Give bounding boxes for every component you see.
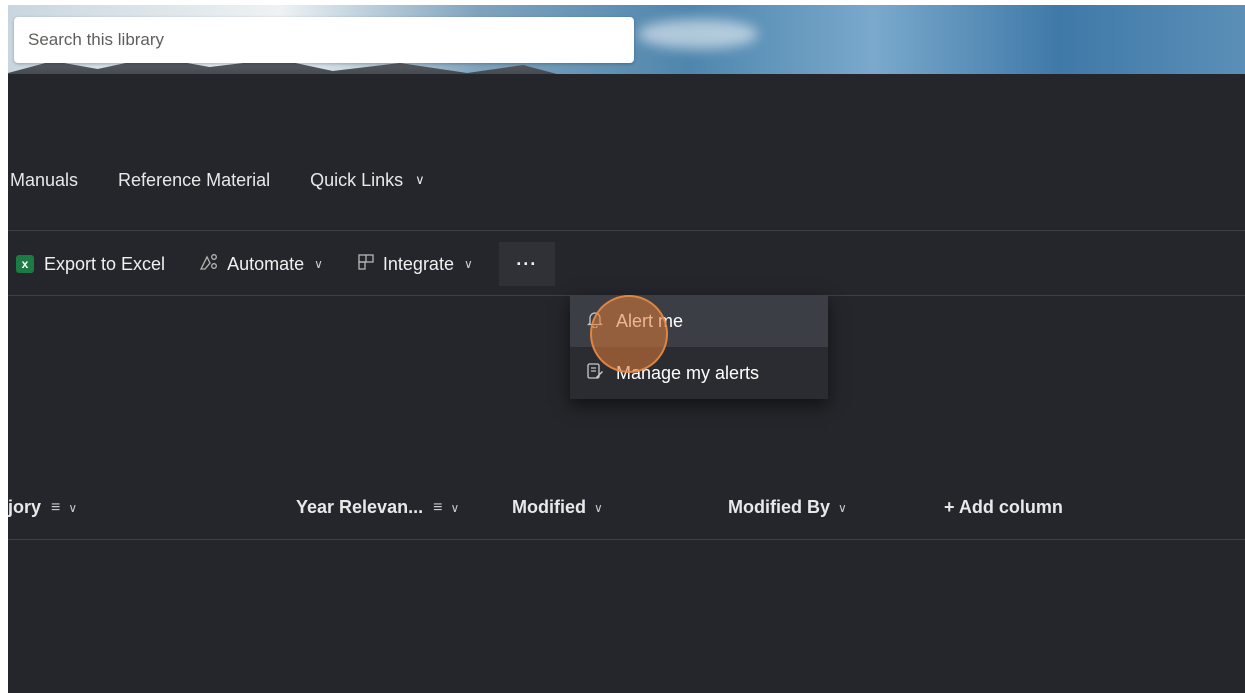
column-header-label: Modified By xyxy=(728,497,830,517)
integrate-icon-svg xyxy=(358,253,374,270)
automate-icon xyxy=(199,253,219,276)
integrate-label: Integrate xyxy=(382,253,454,274)
site-banner xyxy=(8,5,1245,74)
menu-item-alert-me[interactable]: Alert me xyxy=(570,295,828,347)
bell-icon xyxy=(584,310,606,333)
automate-button[interactable]: Automate ∨ xyxy=(199,253,323,276)
chevron-down-icon: ∨ xyxy=(314,257,323,271)
more-icon: ··· xyxy=(516,253,538,274)
column-header-category[interactable]: jory ≡ ∨ xyxy=(8,497,77,518)
manage-alerts-icon xyxy=(584,362,606,385)
search-box[interactable] xyxy=(14,17,634,63)
chevron-down-icon: ∨ xyxy=(838,500,847,515)
menu-item-label: Alert me xyxy=(616,310,684,331)
nav-item-label: Quick Links xyxy=(310,169,404,190)
banner-cloud xyxy=(638,19,758,49)
filter-icon: ≡ xyxy=(433,498,443,516)
integrate-button[interactable]: Integrate ∨ xyxy=(357,253,473,276)
bell-icon-svg xyxy=(586,311,604,329)
column-header-label: Modified xyxy=(512,497,586,517)
automate-icon-svg xyxy=(200,253,218,270)
export-to-excel-label: Export to Excel xyxy=(44,253,166,274)
add-column-button[interactable]: + Add column xyxy=(944,497,1063,518)
chevron-down-icon: ∨ xyxy=(594,500,603,515)
chevron-down-icon: ∨ xyxy=(450,500,460,515)
add-column-label: + Add column xyxy=(944,497,1063,517)
column-header-label: Year Relevan... xyxy=(296,497,424,517)
column-header-modified-by[interactable]: Modified By ∨ xyxy=(728,497,847,518)
nav-divider xyxy=(8,230,1245,231)
search-input[interactable] xyxy=(26,29,622,51)
column-header-label: jory xyxy=(8,497,42,517)
nav-item-label: Reference Material xyxy=(118,169,271,190)
column-header-divider xyxy=(8,539,1245,540)
filter-icon: ≡ xyxy=(51,498,61,516)
more-options-menu: Alert me Manage my alerts xyxy=(570,295,828,399)
chevron-down-icon: ∨ xyxy=(463,257,473,271)
chevron-down-icon: ∨ xyxy=(68,500,78,515)
nav-item-label: Manuals xyxy=(10,169,79,190)
list-column-headers: jory ≡ ∨ Year Relevan... ≡ ∨ Modified ∨ … xyxy=(8,491,1245,527)
menu-item-manage-my-alerts[interactable]: Manage my alerts xyxy=(570,347,828,399)
automate-label: Automate xyxy=(227,253,305,274)
manage-alerts-icon-svg xyxy=(587,362,603,379)
export-to-excel-button[interactable]: x Export to Excel xyxy=(8,254,165,275)
integrate-icon xyxy=(357,253,375,276)
chevron-down-icon: ∨ xyxy=(415,172,425,187)
command-bar: x Export to Excel Automate ∨ Integrate ∨… xyxy=(8,242,555,286)
nav-item-reference-material[interactable]: Reference Material xyxy=(118,170,270,191)
menu-item-label: Manage my alerts xyxy=(616,362,760,383)
nav-item-quick-links[interactable]: Quick Links ∨ xyxy=(310,170,425,191)
excel-icon: x xyxy=(16,255,34,273)
app-frame: Manuals Reference Material Quick Links ∨… xyxy=(8,5,1245,693)
column-header-year-relevance[interactable]: Year Relevan... ≡ ∨ xyxy=(296,497,459,518)
nav-item-manuals[interactable]: Manuals xyxy=(10,170,78,191)
site-navigation: Manuals Reference Material Quick Links ∨ xyxy=(8,165,465,195)
more-options-button[interactable]: ··· xyxy=(498,242,555,286)
column-header-modified[interactable]: Modified ∨ xyxy=(512,497,603,518)
